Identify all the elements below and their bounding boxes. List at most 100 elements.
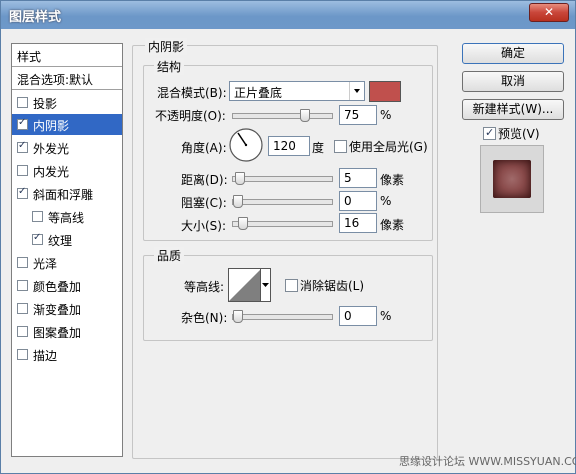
style-item-9[interactable]: 渐变叠加 (12, 298, 122, 319)
style-item-7[interactable]: 光泽 (12, 252, 122, 273)
blend-mode-value: 正片叠底 (234, 86, 283, 100)
distance-value: 5 (344, 171, 352, 185)
style-item-label: 颜色叠加 (33, 280, 82, 294)
angle-input[interactable]: 120 (268, 136, 310, 156)
style-item-3[interactable]: 内发光 (12, 160, 122, 181)
size-input[interactable]: 16 (339, 213, 377, 233)
distance-unit: 像素 (380, 173, 405, 187)
style-item-0[interactable]: 投影 (12, 92, 122, 113)
choke-label: 阻塞(C): (181, 196, 227, 210)
styles-list: 样式 混合选项:默认 投影内阴影外发光内发光斜面和浮雕等高线纹理光泽颜色叠加渐变… (11, 43, 123, 457)
angle-value: 120 (273, 139, 296, 153)
preview-label: 预览(V) (498, 127, 540, 141)
preview-swatch (493, 160, 531, 198)
style-item-checkbox[interactable] (17, 257, 28, 268)
size-value: 16 (344, 216, 360, 230)
blend-mode-select[interactable]: 正片叠底 (229, 81, 365, 101)
styles-header-label: 样式 (17, 50, 42, 64)
style-item-5[interactable]: 等高线 (12, 206, 122, 227)
choke-value: 0 (344, 194, 352, 208)
style-item-label: 内发光 (33, 165, 70, 179)
style-item-8[interactable]: 颜色叠加 (12, 275, 122, 296)
style-item-checkbox[interactable] (17, 165, 28, 176)
title-bar: 图层样式 ✕ (1, 1, 575, 29)
style-item-4[interactable]: 斜面和浮雕 (12, 183, 122, 204)
preview-checkbox[interactable] (483, 126, 496, 140)
choke-unit: % (380, 194, 392, 208)
style-item-label: 内阴影 (33, 119, 70, 133)
choke-slider[interactable] (232, 195, 333, 208)
style-item-label: 描边 (33, 349, 58, 363)
antialias-checkbox[interactable] (285, 279, 298, 292)
style-item-label: 图案叠加 (33, 326, 82, 340)
style-item-label: 外发光 (33, 142, 70, 156)
quality-title: 品质 (154, 247, 185, 264)
opacity-unit: % (380, 108, 392, 122)
contour-picker[interactable] (228, 268, 262, 302)
noise-slider-thumb[interactable] (233, 310, 243, 323)
style-item-checkbox[interactable] (17, 280, 28, 291)
noise-label: 杂色(N): (181, 311, 228, 325)
opacity-slider-thumb[interactable] (300, 109, 310, 122)
window-title: 图层样式 (9, 10, 62, 25)
style-item-11[interactable]: 描边 (12, 344, 122, 365)
chevron-down-icon (349, 82, 364, 100)
style-item-10[interactable]: 图案叠加 (12, 321, 122, 342)
style-item-label: 等高线 (48, 211, 85, 225)
styles-header[interactable]: 样式 (12, 44, 122, 67)
size-slider[interactable] (232, 217, 333, 230)
noise-input[interactable]: 0 (339, 306, 377, 326)
style-item-checkbox[interactable] (17, 186, 28, 199)
choke-slider-thumb[interactable] (233, 195, 243, 208)
close-button[interactable]: ✕ (529, 3, 569, 22)
style-preview-thumbnail (480, 145, 544, 213)
angle-unit: 度 (312, 141, 325, 155)
style-item-checkbox[interactable] (32, 232, 43, 245)
cancel-button[interactable]: 取消 (462, 71, 564, 92)
distance-label: 距离(D): (181, 173, 228, 187)
style-item-checkbox[interactable] (17, 326, 28, 337)
distance-slider-thumb[interactable] (235, 172, 245, 185)
opacity-label: 不透明度(O): (155, 109, 226, 123)
contour-dropdown-icon[interactable] (260, 268, 271, 302)
quality-group (143, 255, 433, 341)
global-light-checkbox[interactable] (334, 140, 347, 153)
distance-input[interactable]: 5 (339, 168, 377, 188)
blend-mode-label: 混合模式(B): (157, 86, 227, 100)
size-label: 大小(S): (181, 219, 227, 233)
style-item-1[interactable]: 内阴影 (12, 114, 122, 135)
style-item-label: 投影 (33, 97, 58, 111)
layer-style-dialog: 图层样式 ✕ 样式 混合选项:默认 投影内阴影外发光内发光斜面和浮雕等高线纹理光… (0, 0, 576, 474)
angle-dial[interactable] (228, 127, 264, 163)
style-item-2[interactable]: 外发光 (12, 137, 122, 158)
style-item-checkbox[interactable] (17, 303, 28, 314)
style-item-label: 光泽 (33, 257, 58, 271)
style-item-checkbox[interactable] (17, 349, 28, 360)
opacity-input[interactable]: 75 (339, 105, 377, 125)
inner-shadow-title: 内阴影 (145, 38, 188, 55)
distance-slider[interactable] (232, 172, 333, 185)
contour-label: 等高线: (184, 280, 225, 294)
style-item-6[interactable]: 纹理 (12, 229, 122, 250)
noise-slider[interactable] (232, 310, 333, 323)
size-slider-thumb[interactable] (238, 217, 248, 230)
ok-button[interactable]: 确定 (462, 43, 564, 64)
watermark-text: 思缘设计论坛 WWW.MISSYUAN.COM (399, 455, 576, 468)
new-style-button[interactable]: 新建样式(W)... (462, 99, 564, 120)
size-unit: 像素 (380, 218, 405, 232)
antialias-label: 消除锯齿(L) (300, 279, 365, 293)
style-item-checkbox[interactable] (17, 117, 28, 130)
global-light-label: 使用全局光(G) (349, 140, 428, 154)
style-item-checkbox[interactable] (17, 97, 28, 108)
angle-label: 角度(A): (181, 141, 227, 155)
style-item-checkbox[interactable] (32, 211, 43, 222)
style-item-checkbox[interactable] (17, 140, 28, 153)
style-item-label: 斜面和浮雕 (33, 188, 94, 202)
noise-value: 0 (344, 309, 352, 323)
shadow-color-swatch[interactable] (369, 81, 401, 102)
opacity-value: 75 (344, 108, 360, 122)
blend-options-label: 混合选项:默认 (17, 73, 94, 87)
opacity-slider[interactable] (232, 109, 333, 122)
blend-options-item[interactable]: 混合选项:默认 (12, 67, 122, 90)
choke-input[interactable]: 0 (339, 191, 377, 211)
